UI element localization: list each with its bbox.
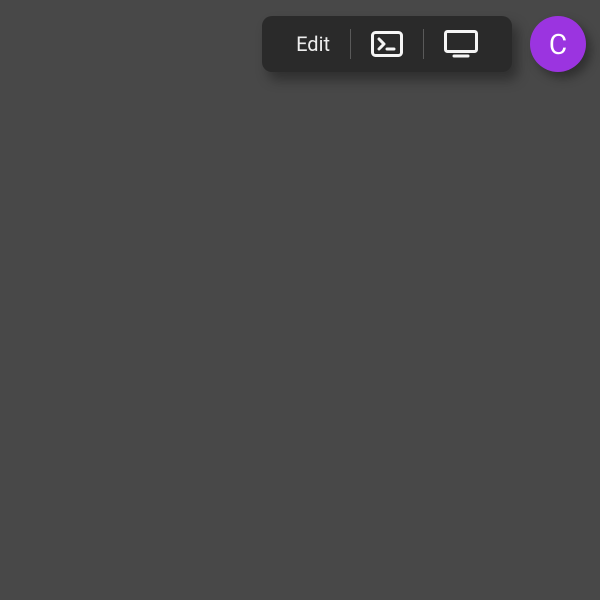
terminal-button[interactable] (351, 16, 423, 72)
display-icon (444, 30, 478, 58)
action-toolbar: Edit (262, 16, 512, 72)
avatar-initial: C (549, 28, 567, 61)
display-button[interactable] (424, 16, 498, 72)
top-bar: Edit C (0, 0, 600, 72)
edit-label: Edit (296, 32, 330, 56)
user-avatar[interactable]: C (530, 16, 586, 72)
terminal-icon (371, 31, 403, 57)
edit-button[interactable]: Edit (276, 16, 350, 72)
